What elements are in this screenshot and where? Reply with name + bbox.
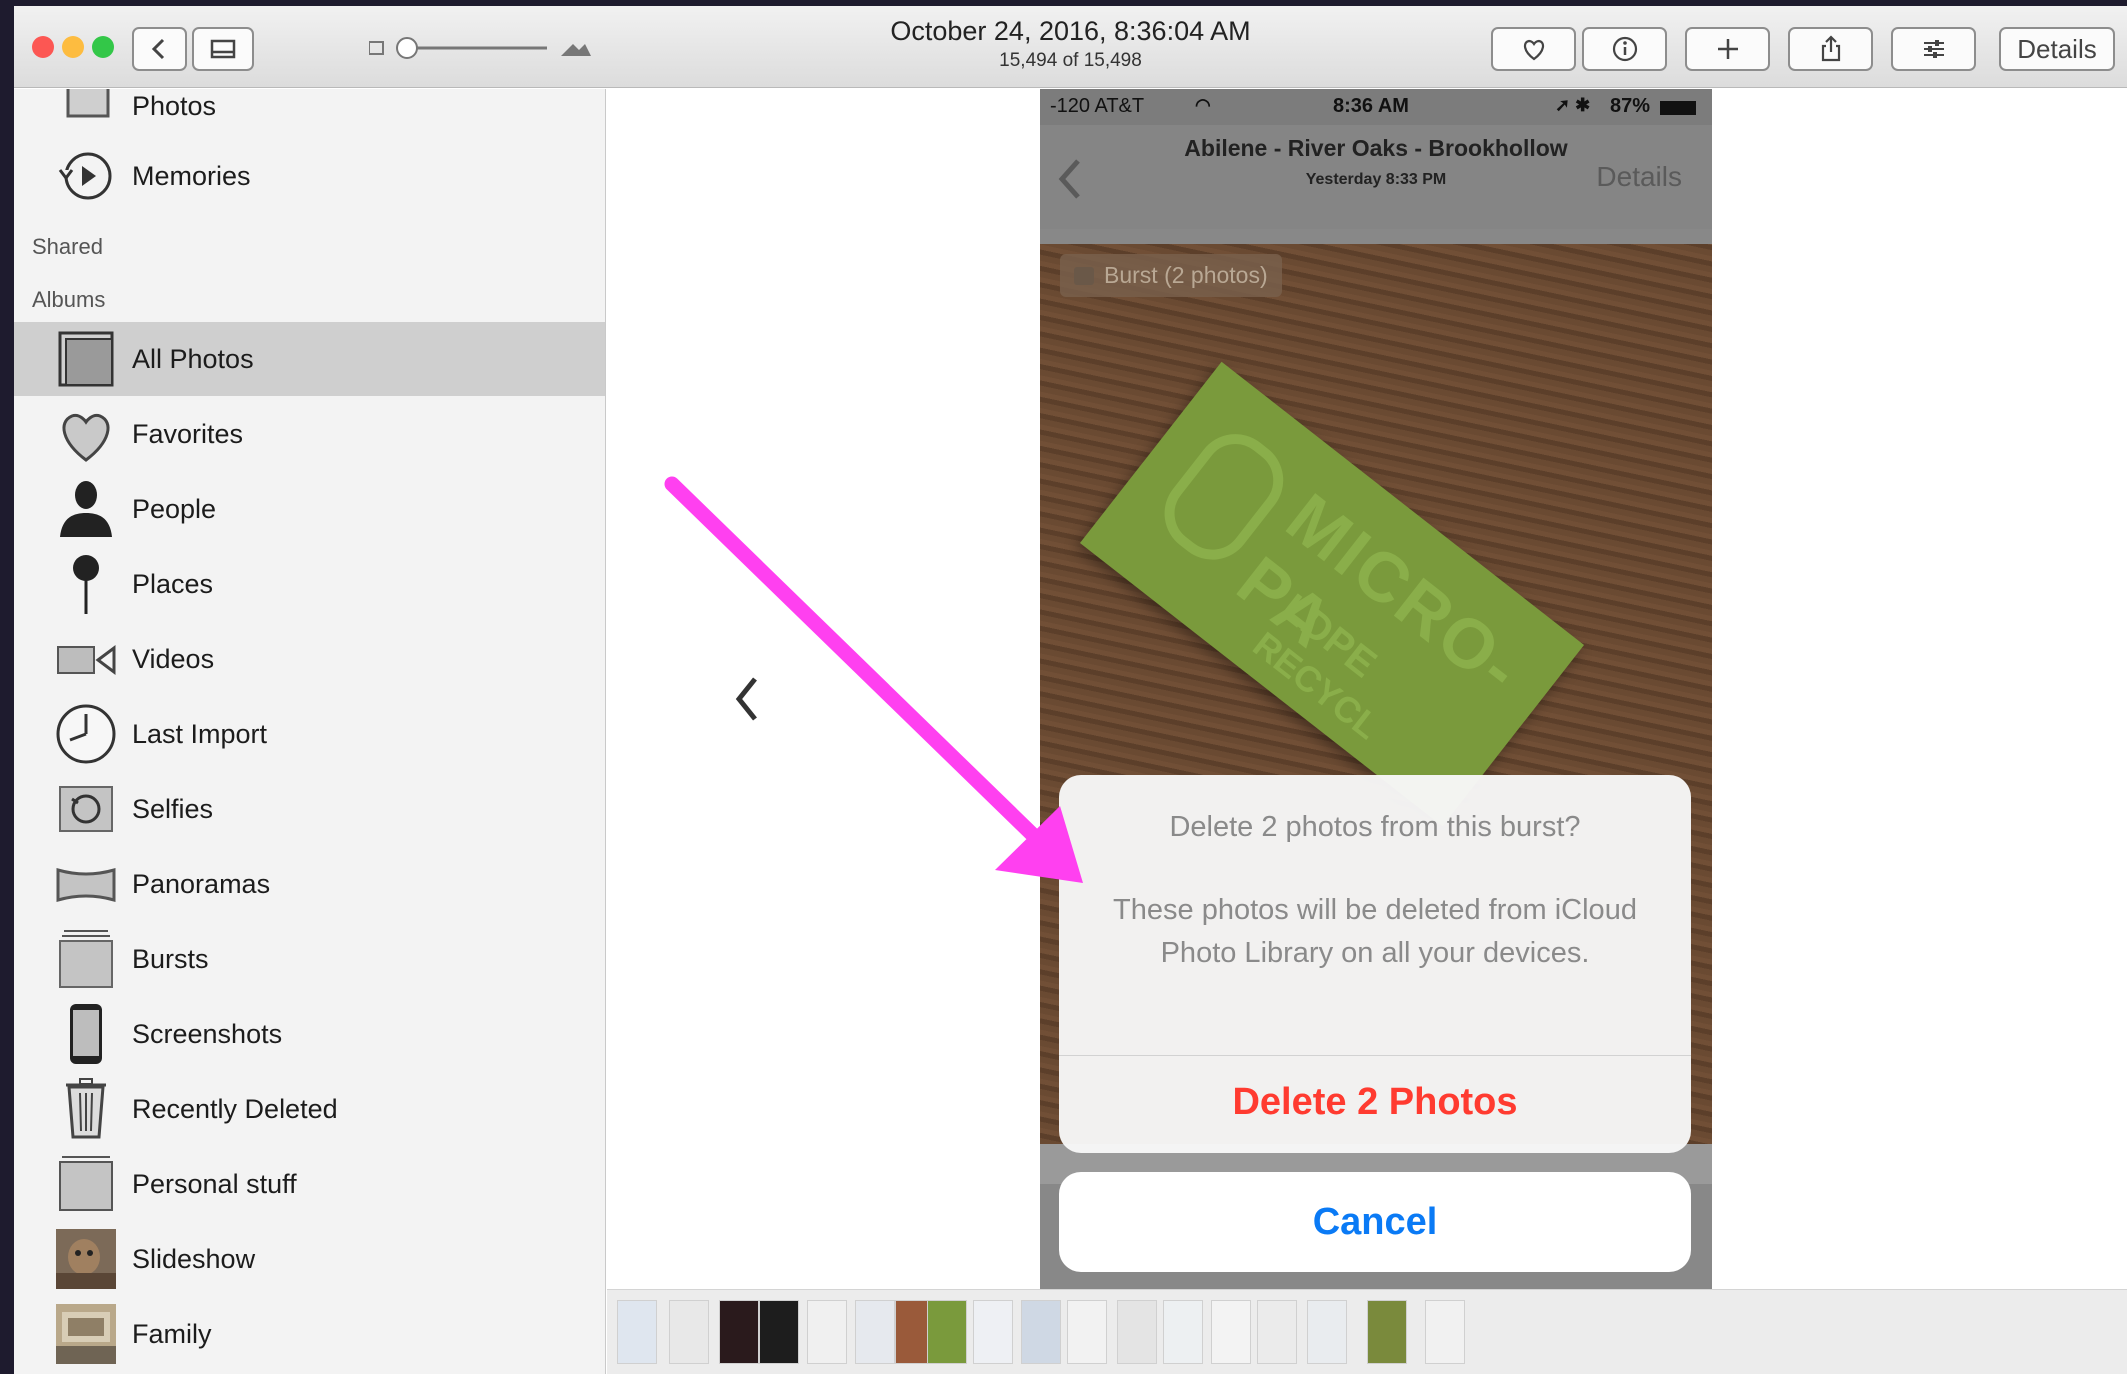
filmstrip-thumbnail[interactable] (1257, 1300, 1297, 1364)
wifi-icon: ◠ (1195, 95, 1211, 115)
video-camera-icon (54, 627, 118, 691)
pin-icon (54, 552, 118, 616)
sidebar-item-recently-deleted[interactable]: Recently Deleted (14, 1072, 605, 1146)
sidebar-item-memories[interactable]: Memories (14, 139, 605, 213)
shared-section-header: Shared (32, 234, 103, 259)
ios-details-link: Details (1596, 161, 1682, 192)
albums-section-header: Albums (32, 287, 106, 312)
alert-message: These photos will be deleted from iCloud… (1113, 894, 1637, 969)
bursts-icon (54, 927, 118, 991)
filmstrip-thumbnail[interactable] (1163, 1300, 1203, 1364)
sidebar-item-bursts[interactable]: Bursts (14, 922, 605, 996)
heart-icon (1523, 39, 1544, 61)
info-button[interactable] (1582, 27, 1667, 71)
phone-icon (54, 1002, 118, 1066)
sidebar-item-family[interactable]: Family (14, 1297, 605, 1371)
filmstrip-thumbnail[interactable] (719, 1300, 759, 1364)
iphone-screenshot: -120 AT&T ◠ 8:36 AM ➚ ✱ 87% Abilene - Ri… (1040, 89, 1712, 1289)
sidebar-item-favorites[interactable]: Favorites (14, 397, 605, 471)
burst-icon (1074, 267, 1094, 285)
sliders-icon (1923, 40, 1944, 58)
title-bar: October 24, 2016, 8:36:04 AM 15,494 of 1… (14, 6, 2127, 88)
plus-icon (1717, 39, 1738, 59)
panorama-icon (54, 852, 118, 916)
filmstrip-thumbnail[interactable] (1367, 1300, 1407, 1364)
add-button[interactable] (1685, 27, 1770, 71)
slideshow-thumb (54, 1227, 118, 1291)
sidebar: Photos Memories Shared Albums All Photos… (14, 89, 606, 1374)
filmstrip-thumbnail[interactable] (759, 1300, 799, 1364)
adjust-button[interactable] (1891, 27, 1976, 71)
photo-viewer: -120 AT&T ◠ 8:36 AM ➚ ✱ 87% Abilene - Ri… (607, 89, 2127, 1289)
location-bluetooth-icon: ➚ ✱ (1555, 95, 1591, 115)
sidebar-item-screenshots[interactable]: Screenshots (14, 997, 605, 1071)
album-icon (54, 1152, 118, 1216)
person-icon (54, 477, 118, 541)
sidebar-item-videos[interactable]: Videos (14, 622, 605, 696)
sidebar-item-people[interactable]: People (14, 472, 605, 546)
share-button[interactable] (1788, 27, 1873, 71)
sidebar-item-personal-stuff[interactable]: Personal stuff (14, 1147, 605, 1221)
filmstrip-thumbnail[interactable] (1067, 1300, 1107, 1364)
location-title: Abilene - River Oaks - Brookhollow (1184, 135, 1568, 161)
filmstrip (607, 1289, 2127, 1374)
filmstrip-thumbnail[interactable] (927, 1300, 967, 1364)
filmstrip-thumbnail[interactable] (669, 1300, 709, 1364)
share-icon (1821, 35, 1840, 62)
trash-icon (54, 1077, 118, 1141)
selfie-camera-icon (54, 777, 118, 841)
filmstrip-thumbnail[interactable] (1307, 1300, 1347, 1364)
filmstrip-thumbnail[interactable] (1117, 1300, 1157, 1364)
sidebar-item-photos[interactable]: Photos (14, 89, 605, 143)
all-photos-icon (54, 327, 118, 391)
filmstrip-thumbnail[interactable] (1211, 1300, 1251, 1364)
filmstrip-thumbnail[interactable] (855, 1300, 895, 1364)
sidebar-item-all-photos[interactable]: All Photos (14, 322, 605, 396)
sidebar-item-panoramas[interactable]: Panoramas (14, 847, 605, 921)
delete-photos-button[interactable]: Delete 2 Photos (1059, 1051, 1691, 1153)
battery-percent: 87% (1610, 95, 1651, 117)
filmstrip-thumbnail[interactable] (617, 1300, 657, 1364)
info-icon (1612, 36, 1637, 62)
details-button[interactable]: Details (1999, 27, 2115, 71)
photos-window: October 24, 2016, 8:36:04 AM 15,494 of 1… (14, 6, 2127, 1374)
photos-icon (54, 89, 118, 138)
ios-status-bar: -120 AT&T ◠ 8:36 AM ➚ ✱ 87% (1040, 89, 1712, 125)
previous-photo-button[interactable] (727, 669, 767, 729)
heart-icon (54, 402, 118, 466)
filmstrip-thumbnail[interactable] (1021, 1300, 1061, 1364)
ios-nav-bar: Abilene - River Oaks - Brookhollow Yeste… (1040, 125, 1712, 229)
family-thumb (54, 1302, 118, 1366)
alert-question: Delete 2 photos from this burst? (1169, 811, 1581, 843)
filmstrip-thumbnail[interactable] (1425, 1300, 1465, 1364)
memories-icon (54, 144, 118, 208)
sidebar-item-last-import[interactable]: Last Import (14, 697, 605, 771)
cancel-button[interactable]: Cancel (1059, 1172, 1691, 1272)
delete-alert-sheet: Delete 2 photos from this burst? These p… (1059, 775, 1691, 1153)
favorite-button[interactable] (1491, 27, 1576, 71)
filmstrip-thumbnail[interactable] (807, 1300, 847, 1364)
status-time: 8:36 AM (1333, 95, 1409, 117)
sidebar-item-selfies[interactable]: Selfies (14, 772, 605, 846)
sidebar-item-places[interactable]: Places (14, 547, 605, 621)
clock-icon (54, 702, 118, 766)
battery-icon (1660, 101, 1696, 115)
burst-badge: Burst (2 photos) (1060, 254, 1282, 297)
filmstrip-thumbnail[interactable] (973, 1300, 1013, 1364)
carrier-label: -120 AT&T (1050, 95, 1145, 117)
sidebar-item-slideshow[interactable]: Slideshow (14, 1222, 605, 1296)
